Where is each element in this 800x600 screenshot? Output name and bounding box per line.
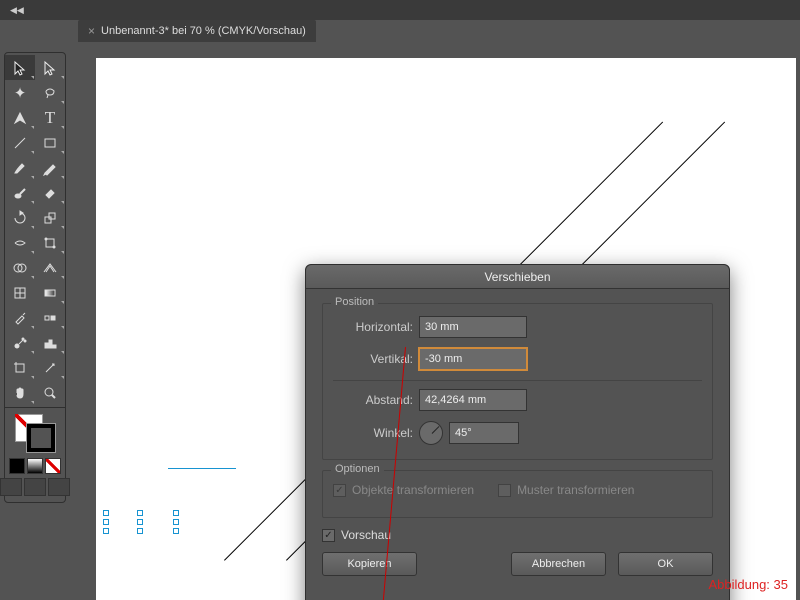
selection-bounding-box[interactable] xyxy=(106,513,176,531)
hand-tool[interactable] xyxy=(5,380,35,405)
draw-mode-inside[interactable] xyxy=(48,478,70,496)
objekte-transformieren-checkbox xyxy=(333,484,346,497)
objekte-transformieren-label: Objekte transformieren xyxy=(352,483,474,497)
ok-button[interactable]: OK xyxy=(618,552,713,576)
selection-preview xyxy=(168,468,236,469)
muster-transformieren-checkbox xyxy=(498,484,511,497)
muster-transformieren-label: Muster transformieren xyxy=(517,483,634,497)
direct-selection-tool[interactable] xyxy=(35,55,65,80)
vorschau-checkbox[interactable] xyxy=(322,529,335,542)
vertikal-input[interactable] xyxy=(419,348,527,370)
blob-brush-tool[interactable] xyxy=(5,180,35,205)
color-mode-gradient[interactable] xyxy=(27,458,43,474)
horizontal-input[interactable] xyxy=(419,316,527,338)
draw-mode-normal[interactable] xyxy=(0,478,22,496)
slice-tool[interactable] xyxy=(35,355,65,380)
vertikal-label: Vertikal: xyxy=(333,352,413,366)
move-dialog: Verschieben Position Horizontal: Vertika… xyxy=(305,264,730,600)
fill-stroke-panel xyxy=(5,410,65,500)
zoom-tool[interactable] xyxy=(35,380,65,405)
selection-tool[interactable] xyxy=(5,55,35,80)
options-legend: Optionen xyxy=(331,463,384,475)
abbrechen-button[interactable]: Abbrechen xyxy=(511,552,606,576)
horizontal-label: Horizontal: xyxy=(333,320,413,334)
draw-mode-behind[interactable] xyxy=(24,478,46,496)
app-root: ◀◀ × Unbenannt-3* bei 70 % (CMYK/Vorscha… xyxy=(0,0,800,600)
document-tab-bar: × Unbenannt-3* bei 70 % (CMYK/Vorschau) xyxy=(0,20,800,42)
dialog-title: Verschieben xyxy=(306,265,729,289)
toolbox: ✦ T xyxy=(4,52,66,503)
type-tool[interactable]: T xyxy=(35,105,65,130)
angle-dial[interactable] xyxy=(419,421,443,445)
close-icon[interactable]: × xyxy=(88,24,95,38)
lasso-tool[interactable] xyxy=(35,80,65,105)
panel-top-strip: ◀◀ xyxy=(0,0,800,20)
kopieren-button[interactable]: Kopieren xyxy=(322,552,417,576)
artboard-tool[interactable] xyxy=(5,355,35,380)
collapse-icon[interactable]: ◀◀ xyxy=(6,3,28,18)
shape-builder-tool[interactable] xyxy=(5,255,35,280)
work-area: ✦ T xyxy=(0,42,800,600)
options-group: Optionen Objekte transformieren Muster t… xyxy=(322,470,713,518)
abstand-input[interactable] xyxy=(419,389,527,411)
pencil-tool[interactable] xyxy=(35,155,65,180)
vorschau-label: Vorschau xyxy=(341,528,391,542)
column-graph-tool[interactable] xyxy=(35,330,65,355)
winkel-label: Winkel: xyxy=(333,426,413,440)
position-legend: Position xyxy=(331,296,378,308)
winkel-input[interactable] xyxy=(449,422,519,444)
mesh-tool[interactable] xyxy=(5,280,35,305)
eraser-tool[interactable] xyxy=(35,180,65,205)
color-mode-none[interactable] xyxy=(45,458,61,474)
line-tool[interactable] xyxy=(5,130,35,155)
pen-tool[interactable] xyxy=(5,105,35,130)
rectangle-tool[interactable] xyxy=(35,130,65,155)
stroke-swatch[interactable] xyxy=(27,424,55,452)
magic-wand-tool[interactable]: ✦ xyxy=(5,80,35,105)
rotate-tool[interactable] xyxy=(5,205,35,230)
eyedropper-tool[interactable] xyxy=(5,305,35,330)
document-tab[interactable]: × Unbenannt-3* bei 70 % (CMYK/Vorschau) xyxy=(78,20,316,42)
width-tool[interactable] xyxy=(5,230,35,255)
symbol-sprayer-tool[interactable] xyxy=(5,330,35,355)
blend-tool[interactable] xyxy=(35,305,65,330)
paintbrush-tool[interactable] xyxy=(5,155,35,180)
tab-title: Unbenannt-3* bei 70 % (CMYK/Vorschau) xyxy=(101,25,306,37)
free-transform-tool[interactable] xyxy=(35,230,65,255)
scale-tool[interactable] xyxy=(35,205,65,230)
position-group: Position Horizontal: Vertikal: Abstand: xyxy=(322,303,713,460)
figure-caption: Abbildung: 35 xyxy=(708,577,788,592)
perspective-grid-tool[interactable] xyxy=(35,255,65,280)
color-mode-solid[interactable] xyxy=(9,458,25,474)
gradient-tool[interactable] xyxy=(35,280,65,305)
